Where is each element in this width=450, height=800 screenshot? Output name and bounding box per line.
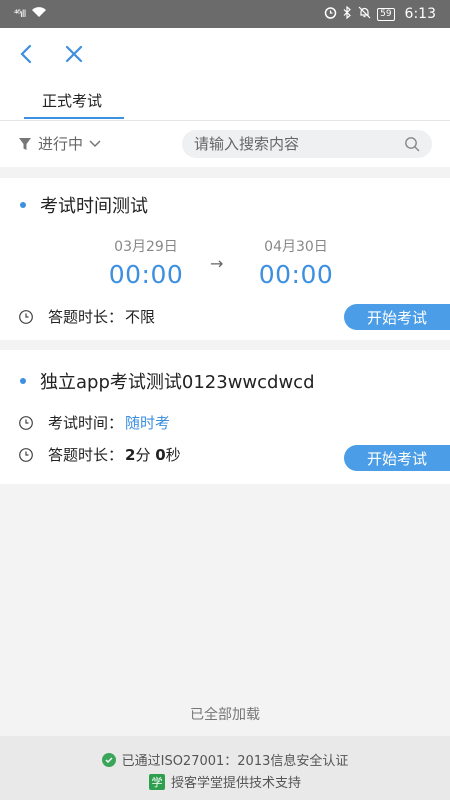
status-filter-dropdown[interactable]: 进行中 xyxy=(18,133,101,154)
clock-icon xyxy=(18,415,34,431)
duration-minutes-unit: 分 xyxy=(135,446,156,464)
footer: 已通过ISO27001：2013信息安全认证 学 授客学堂提供技术支持 xyxy=(0,736,450,800)
duration-seconds-unit: 秒 xyxy=(165,446,181,464)
end-time: 00:00 xyxy=(258,260,334,289)
chevron-down-icon xyxy=(89,139,101,147)
filter-bar: 进行中 xyxy=(0,121,450,167)
exam-title-row: 考试时间测试 xyxy=(20,192,148,218)
exam-card[interactable]: 考试时间测试 03月29日 00:00 → 04月30日 00:00 答题时长：… xyxy=(0,178,450,340)
tab-active-indicator xyxy=(24,117,124,119)
close-icon xyxy=(65,45,83,63)
search-icon[interactable] xyxy=(404,136,420,152)
end-date: 04月30日 xyxy=(264,239,328,255)
clock-icon xyxy=(18,309,34,325)
wifi-icon xyxy=(31,6,47,22)
start-time: 00:00 xyxy=(108,260,184,289)
certification-text: 已通过ISO27001：2013信息安全认证 xyxy=(121,754,349,769)
start-exam-button[interactable]: 开始考试 xyxy=(344,304,450,330)
certification-line: 已通过ISO27001：2013信息安全认证 xyxy=(0,750,450,769)
filter-label: 进行中 xyxy=(38,135,84,153)
list-end-indicator: 已全部加载 xyxy=(190,707,260,723)
exam-card[interactable]: 独立app考试测试0123wwcdwcd 考试时间： 随时考 答题时长： 2分 … xyxy=(0,350,450,484)
arrow-right-icon: → xyxy=(210,254,224,273)
start-exam-button[interactable]: 开始考试 xyxy=(344,445,450,471)
tab-formal-exam[interactable]: 正式考试 xyxy=(24,84,120,120)
duration-value: 不限 xyxy=(125,308,156,326)
status-bar: ⁴⁶ıll 59 6:13 xyxy=(0,0,450,28)
duration-minutes: 2 xyxy=(125,446,136,464)
duration-value: 2分 0秒 xyxy=(125,444,181,465)
duration-label: 答题时长： xyxy=(48,308,124,326)
duration-seconds: 0 xyxy=(155,446,166,464)
exam-time-label: 考试时间： xyxy=(48,414,124,432)
signal-icon: ⁴⁶ıll xyxy=(14,8,26,20)
clock-time: 6:13 xyxy=(404,6,436,22)
search-input[interactable] xyxy=(194,135,404,153)
exam-time-value: 随时考 xyxy=(125,414,171,432)
powered-by-text: 授客学堂提供技术支持 xyxy=(170,776,301,791)
duration-row: 答题时长： 不限 xyxy=(18,306,155,327)
search-box xyxy=(182,130,432,158)
back-button[interactable] xyxy=(10,38,42,70)
close-button[interactable] xyxy=(58,38,90,70)
shield-check-icon xyxy=(101,752,116,767)
mute-icon xyxy=(358,6,371,23)
chevron-left-icon xyxy=(20,44,32,64)
battery-icon: 59 xyxy=(377,7,395,21)
shouke-logo-icon: 学 xyxy=(148,773,165,790)
header: 正式考试 xyxy=(0,28,450,120)
exam-title: 独立app考试测试0123wwcdwcd xyxy=(40,372,315,393)
clock-icon xyxy=(18,447,34,463)
exam-title: 考试时间测试 xyxy=(40,196,148,217)
alarm-icon xyxy=(324,6,337,23)
end-datetime: 04月30日 00:00 xyxy=(246,236,346,289)
powered-by-line: 学 授客学堂提供技术支持 xyxy=(0,772,450,791)
bullet-dot xyxy=(20,378,26,384)
duration-label: 答题时长： xyxy=(48,446,124,464)
start-date: 03月29日 xyxy=(114,239,178,255)
exam-title-row: 独立app考试测试0123wwcdwcd xyxy=(20,368,315,394)
bullet-dot xyxy=(20,202,26,208)
bluetooth-icon xyxy=(343,5,352,23)
filter-icon xyxy=(19,137,31,150)
exam-time-row: 考试时间： 随时考 xyxy=(18,412,170,433)
duration-row: 答题时长： 2分 0秒 xyxy=(18,444,181,465)
start-datetime: 03月29日 00:00 xyxy=(96,236,196,289)
